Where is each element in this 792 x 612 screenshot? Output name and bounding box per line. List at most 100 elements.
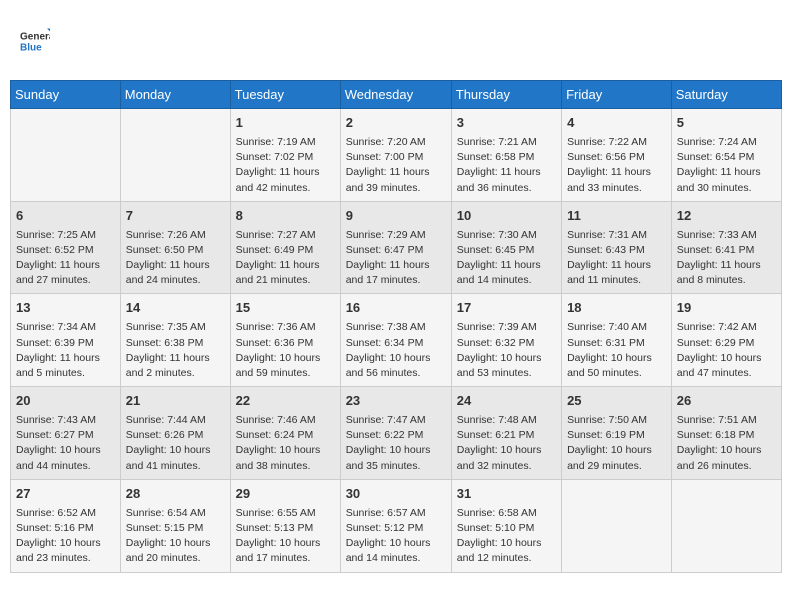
day-info: Sunrise: 7:50 AMSunset: 6:19 PMDaylight:…	[567, 413, 666, 474]
weekday-header-sunday: Sunday	[11, 81, 121, 109]
day-info: Sunrise: 7:31 AMSunset: 6:43 PMDaylight:…	[567, 228, 666, 289]
day-info: Sunrise: 7:21 AMSunset: 6:58 PMDaylight:…	[457, 135, 556, 196]
day-cell: 30Sunrise: 6:57 AMSunset: 5:12 PMDayligh…	[340, 479, 451, 572]
day-cell: 31 Sunrise: 6:58 AMSunset: 5:10 PMDayligh…	[451, 479, 561, 572]
day-cell: 22 Sunrise: 7:46 AMSunset: 6:24 PMDayligh…	[230, 387, 340, 480]
day-cell: 4 Sunrise: 7:22 AMSunset: 6:56 PMDaylight…	[562, 109, 672, 202]
day-cell: 20 Sunrise: 7:43 AMSunset: 6:27 PMDayligh…	[11, 387, 121, 480]
day-info: Sunrise: 7:24 AMSunset: 6:54 PMDaylight:…	[677, 135, 776, 196]
day-info: Sunrise: 7:20 AMSunset: 7:00 PMDaylight:…	[346, 135, 446, 196]
day-number: 25	[567, 392, 666, 411]
day-info: Sunrise: 7:40 AMSunset: 6:31 PMDaylight:…	[567, 320, 666, 381]
day-cell: 26Sunrise: 7:51 AMSunset: 6:18 PMDayligh…	[671, 387, 781, 480]
weekday-header-saturday: Saturday	[671, 81, 781, 109]
day-number: 8	[236, 207, 335, 226]
day-cell	[562, 479, 672, 572]
day-cell: 29Sunrise: 6:55 AMSunset: 5:13 PMDayligh…	[230, 479, 340, 572]
day-number: 5	[677, 114, 776, 133]
day-cell: 28 Sunrise: 6:54 AMSunset: 5:15 PMDayligh…	[120, 479, 230, 572]
day-number: 3	[457, 114, 556, 133]
day-info: Sunrise: 7:48 AMSunset: 6:21 PMDaylight:…	[457, 413, 556, 474]
day-number: 12	[677, 207, 776, 226]
day-cell: 2 Sunrise: 7:20 AMSunset: 7:00 PMDaylight…	[340, 109, 451, 202]
day-info: Sunrise: 7:42 AMSunset: 6:29 PMDaylight:…	[677, 320, 776, 381]
day-number: 6	[16, 207, 115, 226]
day-number: 10	[457, 207, 556, 226]
day-number: 15	[236, 299, 335, 318]
page-header: General Blue	[10, 10, 782, 72]
day-number: 18	[567, 299, 666, 318]
day-info: Sunrise: 7:25 AMSunset: 6:52 PMDaylight:…	[16, 228, 115, 289]
svg-text:Blue: Blue	[20, 43, 42, 54]
day-number: 14	[126, 299, 225, 318]
day-cell: 8Sunrise: 7:27 AMSunset: 6:49 PMDaylight…	[230, 201, 340, 294]
day-cell: 23 Sunrise: 7:47 AMSunset: 6:22 PMDayligh…	[340, 387, 451, 480]
week-row-4: 20 Sunrise: 7:43 AMSunset: 6:27 PMDayligh…	[11, 387, 782, 480]
week-row-1: 1 Sunrise: 7:19 AMSunset: 7:02 PMDaylight…	[11, 109, 782, 202]
day-number: 9	[346, 207, 446, 226]
day-info: Sunrise: 7:22 AMSunset: 6:56 PMDaylight:…	[567, 135, 666, 196]
day-cell: 27 Sunrise: 6:52 AMSunset: 5:16 PMDayligh…	[11, 479, 121, 572]
day-number: 13	[16, 299, 115, 318]
day-number: 23	[346, 392, 446, 411]
day-info: Sunrise: 7:44 AMSunset: 6:26 PMDaylight:…	[126, 413, 225, 474]
day-cell: 18 Sunrise: 7:40 AMSunset: 6:31 PMDayligh…	[562, 294, 672, 387]
day-cell: 10 Sunrise: 7:30 AMSunset: 6:45 PMDayligh…	[451, 201, 561, 294]
day-cell: 21 Sunrise: 7:44 AMSunset: 6:26 PMDayligh…	[120, 387, 230, 480]
day-number: 22	[236, 392, 335, 411]
weekday-header-monday: Monday	[120, 81, 230, 109]
day-number: 4	[567, 114, 666, 133]
weekday-header-tuesday: Tuesday	[230, 81, 340, 109]
day-number: 11	[567, 207, 666, 226]
day-info: Sunrise: 7:36 AMSunset: 6:36 PMDaylight:…	[236, 320, 335, 381]
day-info: Sunrise: 6:52 AMSunset: 5:16 PMDaylight:…	[16, 506, 115, 567]
day-number: 27	[16, 485, 115, 504]
day-cell: 19Sunrise: 7:42 AMSunset: 6:29 PMDayligh…	[671, 294, 781, 387]
day-cell: 6 Sunrise: 7:25 AMSunset: 6:52 PMDaylight…	[11, 201, 121, 294]
day-number: 24	[457, 392, 556, 411]
day-info: Sunrise: 7:46 AMSunset: 6:24 PMDaylight:…	[236, 413, 335, 474]
day-cell	[11, 109, 121, 202]
day-cell: 14Sunrise: 7:35 AMSunset: 6:38 PMDayligh…	[120, 294, 230, 387]
day-info: Sunrise: 7:51 AMSunset: 6:18 PMDaylight:…	[677, 413, 776, 474]
day-number: 17	[457, 299, 556, 318]
logo: General Blue	[20, 16, 50, 66]
day-cell	[671, 479, 781, 572]
logo-icon: General Blue	[20, 16, 50, 66]
day-cell: 13Sunrise: 7:34 AMSunset: 6:39 PMDayligh…	[11, 294, 121, 387]
day-info: Sunrise: 6:55 AMSunset: 5:13 PMDaylight:…	[236, 506, 335, 567]
day-number: 31	[457, 485, 556, 504]
day-cell: 16 Sunrise: 7:38 AMSunset: 6:34 PMDayligh…	[340, 294, 451, 387]
week-row-5: 27 Sunrise: 6:52 AMSunset: 5:16 PMDayligh…	[11, 479, 782, 572]
day-cell: 25 Sunrise: 7:50 AMSunset: 6:19 PMDayligh…	[562, 387, 672, 480]
svg-text:General: General	[20, 32, 50, 43]
day-number: 1	[236, 114, 335, 133]
day-number: 20	[16, 392, 115, 411]
day-number: 16	[346, 299, 446, 318]
calendar-table: SundayMondayTuesdayWednesdayThursdayFrid…	[10, 80, 782, 573]
day-number: 2	[346, 114, 446, 133]
weekday-header-wednesday: Wednesday	[340, 81, 451, 109]
day-info: Sunrise: 7:39 AMSunset: 6:32 PMDaylight:…	[457, 320, 556, 381]
day-number: 7	[126, 207, 225, 226]
day-cell: 3 Sunrise: 7:21 AMSunset: 6:58 PMDaylight…	[451, 109, 561, 202]
week-row-2: 6 Sunrise: 7:25 AMSunset: 6:52 PMDaylight…	[11, 201, 782, 294]
day-info: Sunrise: 7:30 AMSunset: 6:45 PMDaylight:…	[457, 228, 556, 289]
weekday-header-thursday: Thursday	[451, 81, 561, 109]
day-info: Sunrise: 6:58 AMSunset: 5:10 PMDaylight:…	[457, 506, 556, 567]
day-number: 21	[126, 392, 225, 411]
day-number: 28	[126, 485, 225, 504]
day-info: Sunrise: 6:57 AMSunset: 5:12 PMDaylight:…	[346, 506, 446, 567]
day-info: Sunrise: 7:47 AMSunset: 6:22 PMDaylight:…	[346, 413, 446, 474]
day-info: Sunrise: 7:19 AMSunset: 7:02 PMDaylight:…	[236, 135, 335, 196]
day-info: Sunrise: 7:38 AMSunset: 6:34 PMDaylight:…	[346, 320, 446, 381]
day-cell: 15 Sunrise: 7:36 AMSunset: 6:36 PMDayligh…	[230, 294, 340, 387]
day-info: Sunrise: 6:54 AMSunset: 5:15 PMDaylight:…	[126, 506, 225, 567]
day-info: Sunrise: 7:29 AMSunset: 6:47 PMDaylight:…	[346, 228, 446, 289]
day-info: Sunrise: 7:26 AMSunset: 6:50 PMDaylight:…	[126, 228, 225, 289]
day-info: Sunrise: 7:43 AMSunset: 6:27 PMDaylight:…	[16, 413, 115, 474]
weekday-header-row: SundayMondayTuesdayWednesdayThursdayFrid…	[11, 81, 782, 109]
day-cell	[120, 109, 230, 202]
day-cell: 9 Sunrise: 7:29 AMSunset: 6:47 PMDaylight…	[340, 201, 451, 294]
day-cell: 12Sunrise: 7:33 AMSunset: 6:41 PMDayligh…	[671, 201, 781, 294]
